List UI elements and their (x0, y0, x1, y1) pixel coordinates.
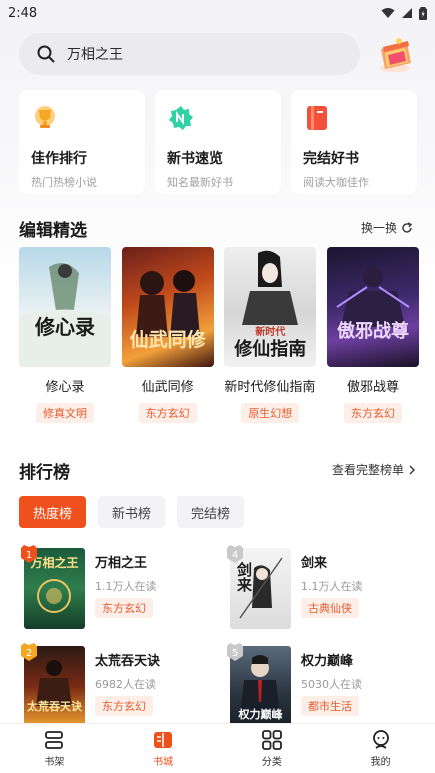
ranking-item[interactable]: 2 太荒吞天诀 太荒吞天诀 6982人在读 东方玄幻 (19, 642, 209, 728)
refresh-label: 换一换 (361, 221, 398, 235)
cover-title: 修仙指南 (234, 339, 307, 360)
rank-number: 1 (26, 550, 32, 561)
card-title: 佳作排行 (31, 151, 87, 167)
status-time: 2:48 (8, 5, 38, 21)
rank-number: 2 (26, 648, 32, 659)
card-completed-books[interactable]: 完结好书 阅读大咖佳作 (291, 90, 417, 194)
gift-box-icon[interactable] (375, 35, 415, 75)
battery-icon (419, 6, 427, 20)
feature-cards: 佳作排行 热门热榜小说 新书速览 知名最新好书 完结好书 阅读大咖佳作 (19, 90, 417, 194)
book-card[interactable]: 仙武同修 仙武同修 东方玄幻 (121, 247, 214, 437)
genre-tag: 东方玄幻 (138, 403, 197, 423)
book-title: 剑来 (301, 556, 328, 571)
rank-badge: 4 (227, 545, 243, 563)
ranking-item[interactable]: 1 万相之王 万相之王 1.1万人在读 东方玄幻 (19, 544, 209, 630)
book-cover: 修心录 (19, 247, 111, 367)
book-title: 新时代修仙指南 (224, 380, 316, 395)
genre-tag: 东方玄幻 (343, 403, 402, 423)
search-input[interactable]: 万相之王 (19, 33, 360, 75)
book-card[interactable]: 傲邪战尊 傲邪战尊 东方玄幻 (326, 247, 419, 437)
book-card[interactable]: 新时代 修仙指南 新时代修仙指南 原生幻想 (224, 247, 317, 437)
card-top-rank[interactable]: 佳作排行 热门热榜小说 (19, 90, 145, 194)
book-title: 太荒吞天诀 (95, 654, 161, 669)
refresh-icon (402, 221, 413, 233)
refresh-button[interactable]: 换一换 (361, 219, 413, 236)
card-title: 完结好书 (303, 151, 359, 167)
card-new-books[interactable]: 新书速览 知名最新好书 (155, 90, 281, 194)
editor-picks-list: 修心录 修心录 修真文明 仙武同修 仙武同修 东方玄幻 新时代 修仙指南 新时代… (19, 247, 419, 437)
book-cover: 新时代 修仙指南 (224, 247, 317, 367)
book-cover: 傲邪战尊 (326, 247, 419, 367)
status-icons (381, 6, 427, 20)
tab-hot[interactable]: 热度榜 (19, 496, 87, 528)
genre-tag: 原生幻想 (241, 403, 300, 423)
rank-number: 4 (232, 550, 238, 561)
search-row: 万相之王 (19, 33, 419, 77)
ranking-item[interactable]: 5 权力巅峰 权力巅峰 5030人在读 都市生活 (225, 642, 415, 728)
cover-title: 修心录 (35, 315, 95, 339)
cover-title: 仙武同修 (129, 329, 206, 351)
wifi-icon (381, 8, 395, 18)
rank-badge: 5 (227, 643, 243, 661)
nav-category[interactable]: 分类 (218, 724, 327, 773)
nav-profile[interactable]: 我的 (326, 724, 435, 773)
book-title: 傲邪战尊 (346, 380, 399, 395)
reader-count: 1.1万人在读 (95, 580, 157, 593)
book-title: 权力巅峰 (301, 654, 354, 669)
card-subtitle: 阅读大咖佳作 (303, 176, 369, 189)
new-badge-icon (169, 106, 193, 130)
view-full-ranking-link[interactable]: 查看完整榜单 (332, 461, 416, 478)
card-subtitle: 知名最新好书 (167, 176, 233, 189)
cover-title: 剑来 (235, 562, 253, 592)
tab-new[interactable]: 新书榜 (98, 496, 166, 528)
genre-tag: 修真文明 (36, 403, 94, 423)
book-icon (307, 106, 327, 130)
rank-badge: 1 (21, 545, 37, 563)
genre-tag: 都市生活 (301, 696, 359, 716)
nav-label: 分类 (261, 757, 282, 768)
rank-badge: 2 (21, 643, 37, 661)
genre-tag: 东方玄幻 (95, 696, 153, 716)
reader-count: 6982人在读 (95, 678, 156, 691)
nav-bookshelf[interactable]: 书架 (0, 724, 109, 773)
cover-title: 傲邪战尊 (336, 321, 409, 342)
signal-icon (402, 8, 412, 18)
bottom-nav: 书架 书城 分类 我的 (0, 723, 435, 773)
nav-bookstore[interactable]: 书城 (109, 724, 218, 773)
bookshelf-icon (45, 731, 64, 749)
nav-label: 书城 (153, 757, 174, 768)
genre-tag: 古典仙侠 (301, 598, 359, 618)
book-cover: 仙武同修 (121, 247, 214, 367)
chevron-right-icon (409, 465, 416, 474)
card-title: 新书速览 (167, 151, 223, 167)
book-title: 仙武同修 (141, 380, 194, 395)
status-bar: 2:48 (0, 0, 435, 26)
book-title: 万相之王 (95, 556, 148, 571)
view-full-ranking-label: 查看完整榜单 (332, 463, 405, 477)
reader-count: 1.1万人在读 (301, 580, 363, 593)
trophy-icon (35, 106, 55, 128)
bookstore-icon (154, 732, 173, 748)
rank-number: 5 (232, 648, 238, 659)
ranking-title: 排行榜 (19, 463, 70, 483)
reader-count: 5030人在读 (301, 678, 362, 691)
card-subtitle: 热门热榜小说 (31, 176, 97, 189)
book-card[interactable]: 修心录 修心录 修真文明 (19, 247, 111, 437)
genre-tag: 东方玄幻 (95, 598, 153, 618)
ranking-tabs: 热度榜 新书榜 完结榜 (19, 496, 245, 528)
ranking-item[interactable]: 4 剑来 剑来 1.1万人在读 古典仙侠 (225, 544, 415, 630)
nav-label: 书架 (44, 757, 65, 768)
search-query: 万相之王 (67, 47, 123, 63)
tab-completed[interactable]: 完结榜 (177, 496, 245, 528)
search-icon (37, 45, 55, 63)
profile-icon (372, 730, 389, 749)
cover-title: 权力巅峰 (238, 708, 283, 721)
editor-picks-title: 编辑精选 (19, 221, 87, 241)
cover-title: 太荒吞天诀 (27, 700, 82, 713)
category-icon (261, 730, 282, 750)
nav-label: 我的 (370, 757, 391, 768)
book-title: 修心录 (45, 380, 85, 395)
